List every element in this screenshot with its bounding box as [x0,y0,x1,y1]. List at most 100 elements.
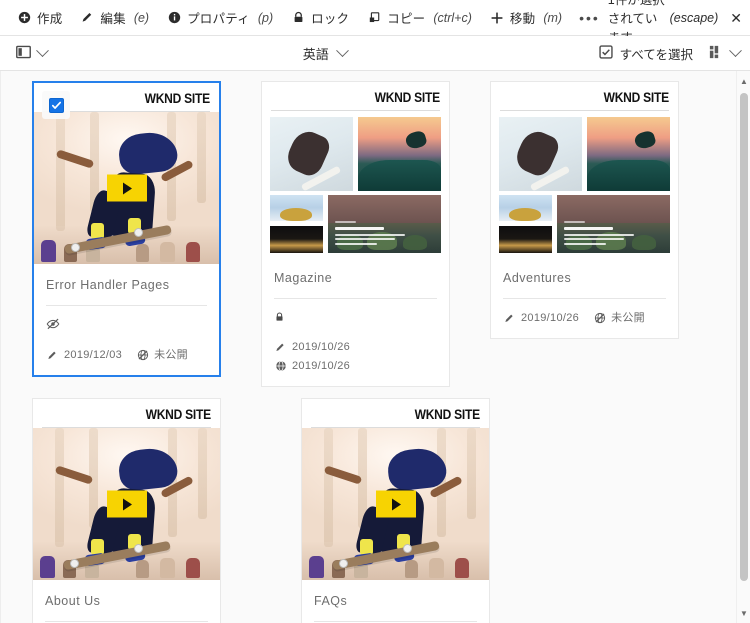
scroll-down-arrow-icon[interactable]: ▼ [737,606,750,620]
card-thumbnail [302,428,489,580]
wknd-site-logo: WKND SITE [144,90,210,106]
card-about-us[interactable]: WKND SITE About Us [32,398,221,623]
pencil-icon [503,312,516,325]
card-thumbnail [491,111,678,257]
card-divider [45,621,208,622]
card-meta-row: 2019/12/03 未公開 [46,347,207,363]
card-published-date: 2019/10/26 [292,360,351,372]
card-thumbnail [33,428,220,580]
chevron-down-icon [36,43,49,57]
card-body: Adventures 2019/10/26 未公開 [491,257,678,338]
card-body: FAQs 2019/10/26 [302,580,489,623]
card-collection-area: WKND SITE Error Handler Pages 2019/12/03… [0,71,750,623]
vertical-scrollbar[interactable]: ▲ ▼ [736,71,750,623]
select-all-label: すべてを選択 [619,47,693,62]
chevron-down-icon [729,43,742,57]
collage-image-skater [499,117,582,191]
properties-button[interactable]: プロパティ (p) [158,4,282,31]
scroll-up-arrow-icon[interactable]: ▲ [737,74,750,88]
lock-icon [291,11,305,25]
pencil-icon [46,349,59,362]
move-label: 移動 [509,12,536,26]
edit-shortcut: (e) [133,10,150,25]
pencil-icon [80,11,94,25]
card-brand-row: WKND SITE [491,82,678,110]
card-title: Magazine [274,271,333,285]
globe-slash-icon [136,349,149,362]
card-divider [503,298,666,299]
card-thumbnail [262,111,449,257]
selection-escape-hint: (escape) [669,10,719,25]
chevron-down-icon [335,43,349,57]
card-title: FAQs [314,594,348,608]
action-toolbar: 作成 編集 (e) プロパティ (p) ロック コピー (ctrl+c) 移動 … [0,0,750,45]
collage-image-bowl [358,117,441,191]
card-grid: WKND SITE Error Handler Pages 2019/12/03… [32,81,728,623]
view-options-button[interactable] [709,43,742,62]
move-shortcut: (m) [543,10,563,25]
card-body: Magazine 2019/10/26 2019/10/26 [262,257,449,386]
card-error-handler-pages[interactable]: WKND SITE Error Handler Pages 2019/12/03… [32,81,221,377]
copy-icon [367,11,381,25]
wknd-site-logo: WKND SITE [374,89,440,105]
create-button[interactable]: 作成 [8,4,71,31]
play-triangle-icon [392,498,401,510]
checkbox-icon [598,44,613,62]
collage-image-mountain [270,194,324,222]
move-icon [490,11,504,25]
card-body: About Us 2019/11/13 [33,580,220,623]
properties-label: プロパティ [187,12,250,26]
card-faqs[interactable]: WKND SITE FAQs [301,398,490,623]
play-button[interactable] [375,490,416,518]
card-publish-state: 未公開 [154,349,188,361]
play-button[interactable] [106,174,147,202]
card-divider [274,298,437,299]
card-modified-date: 2019/10/26 [521,312,580,324]
sidebar-panel-icon [16,45,31,62]
card-magazine[interactable]: WKND SITE Magazine 2019/10/26 2019/10/26 [261,81,450,387]
collage-image-sunset [499,226,553,253]
scroll-container[interactable]: WKND SITE Error Handler Pages 2019/12/03… [0,71,750,623]
card-modified-date: 2019/10/26 [292,341,351,353]
plus-circle-icon [17,11,31,25]
play-button[interactable] [106,490,147,518]
create-label: 作成 [37,12,63,26]
wknd-site-logo: WKND SITE [145,406,211,422]
card-meta-row: 2019/10/26 未公開 [503,310,666,326]
pencil-icon [274,341,287,354]
copy-button[interactable]: コピー (ctrl+c) [358,4,481,31]
more-actions-button[interactable]: ••• [571,6,608,30]
card-status-row [46,317,207,336]
globe-slash-icon [593,312,606,325]
lock-icon [274,310,285,328]
collage-image-skater [270,117,353,191]
edit-button[interactable]: 編集 (e) [71,4,158,31]
card-adventures[interactable]: WKND SITE Adventures 2019/10/26 未公開 [490,81,679,339]
sub-toolbar-right: すべてを選択 [598,43,742,63]
select-all-button[interactable]: すべてを選択 [598,44,693,63]
card-checkbox-checked[interactable] [48,97,64,113]
collage-image-canyon [557,194,670,253]
app-root: 作成 編集 (e) プロパティ (p) ロック コピー (ctrl+c) 移動 … [0,0,750,623]
card-modified-date: 2019/12/03 [64,349,123,361]
close-selection-button[interactable]: ✕ [724,9,750,27]
collage-image-bowl [587,117,670,191]
copy-shortcut: (ctrl+c) [433,10,472,25]
magazine-collage [270,117,441,253]
copy-label: コピー [387,12,426,26]
language-selector[interactable]: 英語 [51,43,599,63]
move-button[interactable]: 移動 (m) [481,4,571,31]
card-status-row [274,310,437,328]
wknd-site-logo: WKND SITE [414,406,480,422]
card-meta-row: 2019/10/26 [274,339,437,355]
scrollbar-thumb[interactable] [740,93,748,581]
properties-shortcut: (p) [257,10,274,25]
edit-label: 編集 [100,12,126,26]
lock-button[interactable]: ロック [282,4,358,31]
language-label: 英語 [302,46,329,62]
card-checkbox-wrapper[interactable] [42,91,70,119]
card-brand-row: WKND SITE [262,82,449,110]
card-thumbnail [34,112,219,264]
rail-toggle-button[interactable] [12,42,51,65]
collage-image-sunset [270,226,324,253]
